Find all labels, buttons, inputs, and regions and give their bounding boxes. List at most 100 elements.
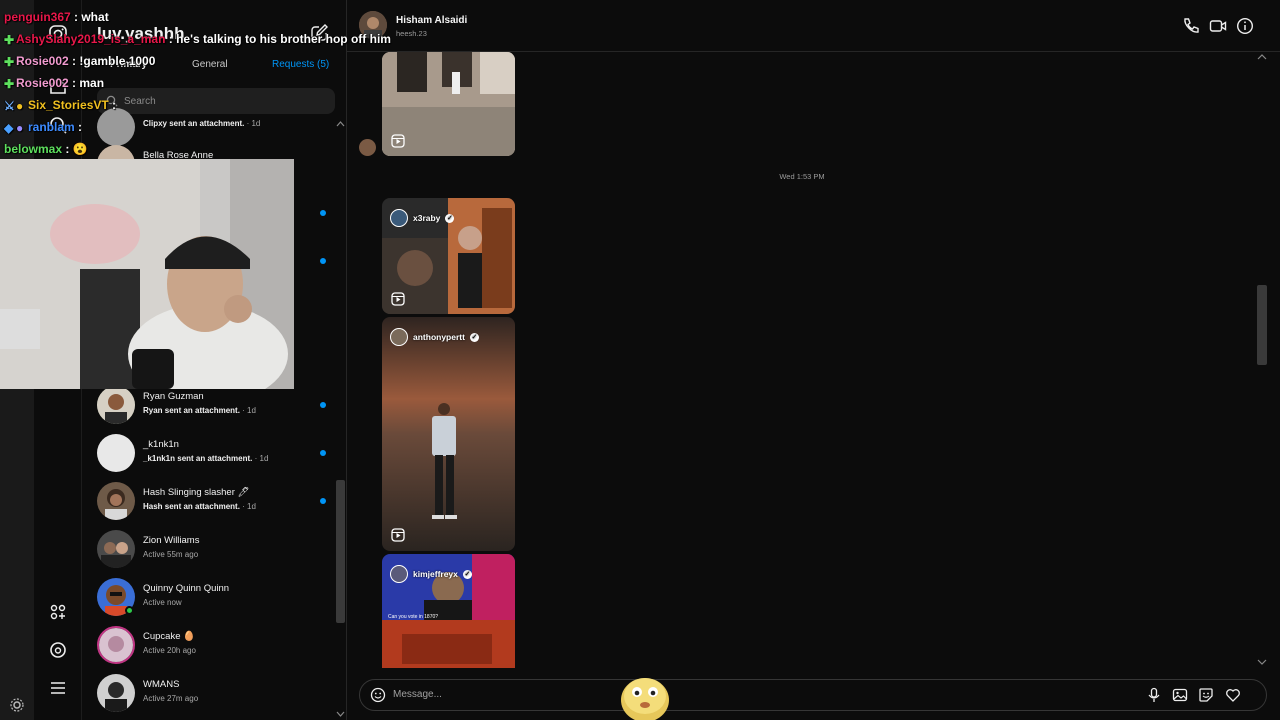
tab-requests[interactable]: Requests (5)	[272, 59, 329, 70]
shared-reel[interactable]: kimjeffreyx ✓ Can you vote in 1870?	[382, 554, 515, 668]
verified-badge-icon: ✓	[469, 332, 479, 342]
thread-sender: _k1nk1n sent an attachment.	[143, 454, 253, 463]
reel-author-name: kimjeffreyx	[413, 569, 458, 579]
thread-item[interactable]: _k1nk1n _k1nk1n sent an attachment. · 1d	[97, 434, 327, 478]
reel-icon	[391, 528, 405, 542]
thread-time: · 1d	[254, 454, 269, 463]
thread-status: Active 55m ago	[143, 550, 199, 559]
video-call-icon[interactable]	[1209, 17, 1227, 35]
reel-icon	[391, 292, 405, 306]
avatar	[97, 674, 135, 712]
tab-general[interactable]: General	[192, 59, 228, 70]
thread-sender: Hash sent an attachment.	[143, 502, 240, 511]
reel-icon	[391, 134, 405, 148]
thread-sender: Ryan sent an attachment.	[143, 406, 240, 415]
info-icon[interactable]	[1236, 17, 1254, 35]
online-indicator	[125, 606, 134, 615]
shared-reel[interactable]: anthonypertt ✓	[382, 317, 515, 551]
reel-author-name: x3raby	[413, 213, 441, 223]
settings-icon[interactable]	[9, 697, 25, 713]
sticker-icon[interactable]	[1198, 687, 1214, 703]
thread-name: WMANS	[143, 679, 180, 690]
thread-status: Active 27m ago	[143, 694, 199, 703]
message-composer[interactable]: Message...	[359, 679, 1267, 711]
thread-name: Ryan Guzman	[143, 391, 204, 402]
compose-icon[interactable]	[308, 22, 330, 44]
reel-author-name: anthonypertt	[413, 332, 465, 342]
unread-dot	[320, 210, 326, 216]
instagram-logo-icon[interactable]	[46, 22, 70, 46]
thread-item[interactable]: Cupcake 🥚 Active 20h ago	[97, 626, 327, 670]
conversation-header: Hisham Alsaidi heesh.23	[347, 0, 1280, 52]
shared-reel[interactable]: x3raby ✓	[382, 198, 515, 314]
app-window: luv.yashhh Primary General Requests (5) …	[0, 0, 1280, 720]
contact-username: heesh.23	[396, 29, 427, 38]
avatar	[97, 386, 135, 424]
verified-badge-icon: ✓	[445, 213, 455, 223]
reel-author-avatar	[390, 328, 408, 346]
reel-caption: Can you vote in 1870?	[388, 614, 439, 620]
search-placeholder: Search	[124, 96, 156, 107]
reel-author: anthonypertt ✓	[390, 327, 479, 347]
reel-author-avatar	[390, 565, 408, 583]
scroll-up-icon[interactable]	[336, 120, 345, 128]
avatar	[97, 530, 135, 568]
search-nav-icon[interactable]	[46, 113, 70, 137]
thread-status: Active 20h ago	[143, 646, 196, 655]
conversation-panel: Hisham Alsaidi heesh.23 Wed 1:53 PM x3ra…	[347, 0, 1280, 720]
scroll-down-icon[interactable]	[336, 710, 345, 718]
inbox-username[interactable]: luv.yashhh	[97, 24, 185, 44]
thread-item[interactable]: Ryan Guzman Ryan sent an attachment. · 1…	[97, 386, 327, 430]
sender-avatar	[359, 139, 376, 156]
reel-author-avatar	[390, 209, 408, 227]
verified-badge-icon: ✓	[462, 569, 472, 579]
tab-primary[interactable]: Primary	[110, 59, 147, 70]
avatar	[97, 626, 135, 664]
thread-sender: Clipxy sent an attachment.	[143, 119, 245, 128]
message-timestamp: Wed 1:53 PM	[779, 172, 825, 181]
thread-time: · 1d	[242, 502, 256, 511]
thread-name: Quinny Quinn Quinn	[143, 583, 230, 594]
shared-reel[interactable]	[382, 52, 515, 156]
thread-time: · 1d	[242, 406, 256, 415]
chat-scroll-down-icon[interactable]	[1257, 658, 1267, 666]
inbox-tabs: Primary General Requests (5)	[82, 55, 347, 75]
thread-name: Hash Slinging slasher 🖊	[143, 487, 250, 498]
inbox-scrollbar-thumb[interactable]	[336, 480, 345, 623]
thread-item[interactable]: Hash Slinging slasher 🖊 Hash sent an att…	[97, 482, 327, 526]
contact-name[interactable]: Hisham Alsaidi	[396, 15, 467, 26]
thread-name: Zion Williams	[143, 535, 200, 546]
contact-avatar[interactable]	[359, 11, 387, 39]
unread-dot	[320, 450, 326, 456]
thread-item[interactable]: Zion Williams Active 55m ago	[97, 530, 327, 574]
streamer-webcam	[0, 159, 294, 389]
home-icon[interactable]	[46, 74, 70, 98]
message-input-placeholder: Message...	[393, 689, 442, 700]
phone-call-icon[interactable]	[1182, 17, 1200, 35]
search-icon	[106, 95, 118, 107]
chat-scroll-up-icon[interactable]	[1257, 53, 1267, 61]
emoji-icon[interactable]	[370, 687, 386, 703]
unread-dot	[320, 498, 326, 504]
unread-dot	[320, 258, 326, 264]
image-upload-icon[interactable]	[1172, 687, 1188, 703]
avatar	[97, 482, 135, 520]
thread-name: _k1nk1n	[143, 439, 179, 450]
unread-dot	[320, 402, 326, 408]
avatar	[97, 434, 135, 472]
avatar	[97, 108, 135, 146]
reel-author: x3raby ✓	[390, 208, 455, 228]
thread-name: Cupcake 🥚	[143, 631, 195, 642]
egg-emote-icon	[621, 678, 669, 720]
thread-item[interactable]: Quinny Quinn Quinn Active now	[97, 578, 327, 622]
microphone-icon[interactable]	[1146, 687, 1162, 703]
thread-time: · 1d	[246, 119, 261, 128]
thread-item[interactable]: WMANS Active 27m ago	[97, 674, 327, 718]
thread-status: Active now	[143, 598, 182, 607]
menu-icon[interactable]	[46, 676, 70, 700]
apps-icon[interactable]	[46, 600, 70, 624]
like-heart-icon[interactable]	[1225, 687, 1241, 703]
chat-scrollbar-thumb[interactable]	[1257, 285, 1267, 365]
threads-icon[interactable]	[46, 638, 70, 662]
reel-author: kimjeffreyx ✓	[390, 564, 472, 584]
